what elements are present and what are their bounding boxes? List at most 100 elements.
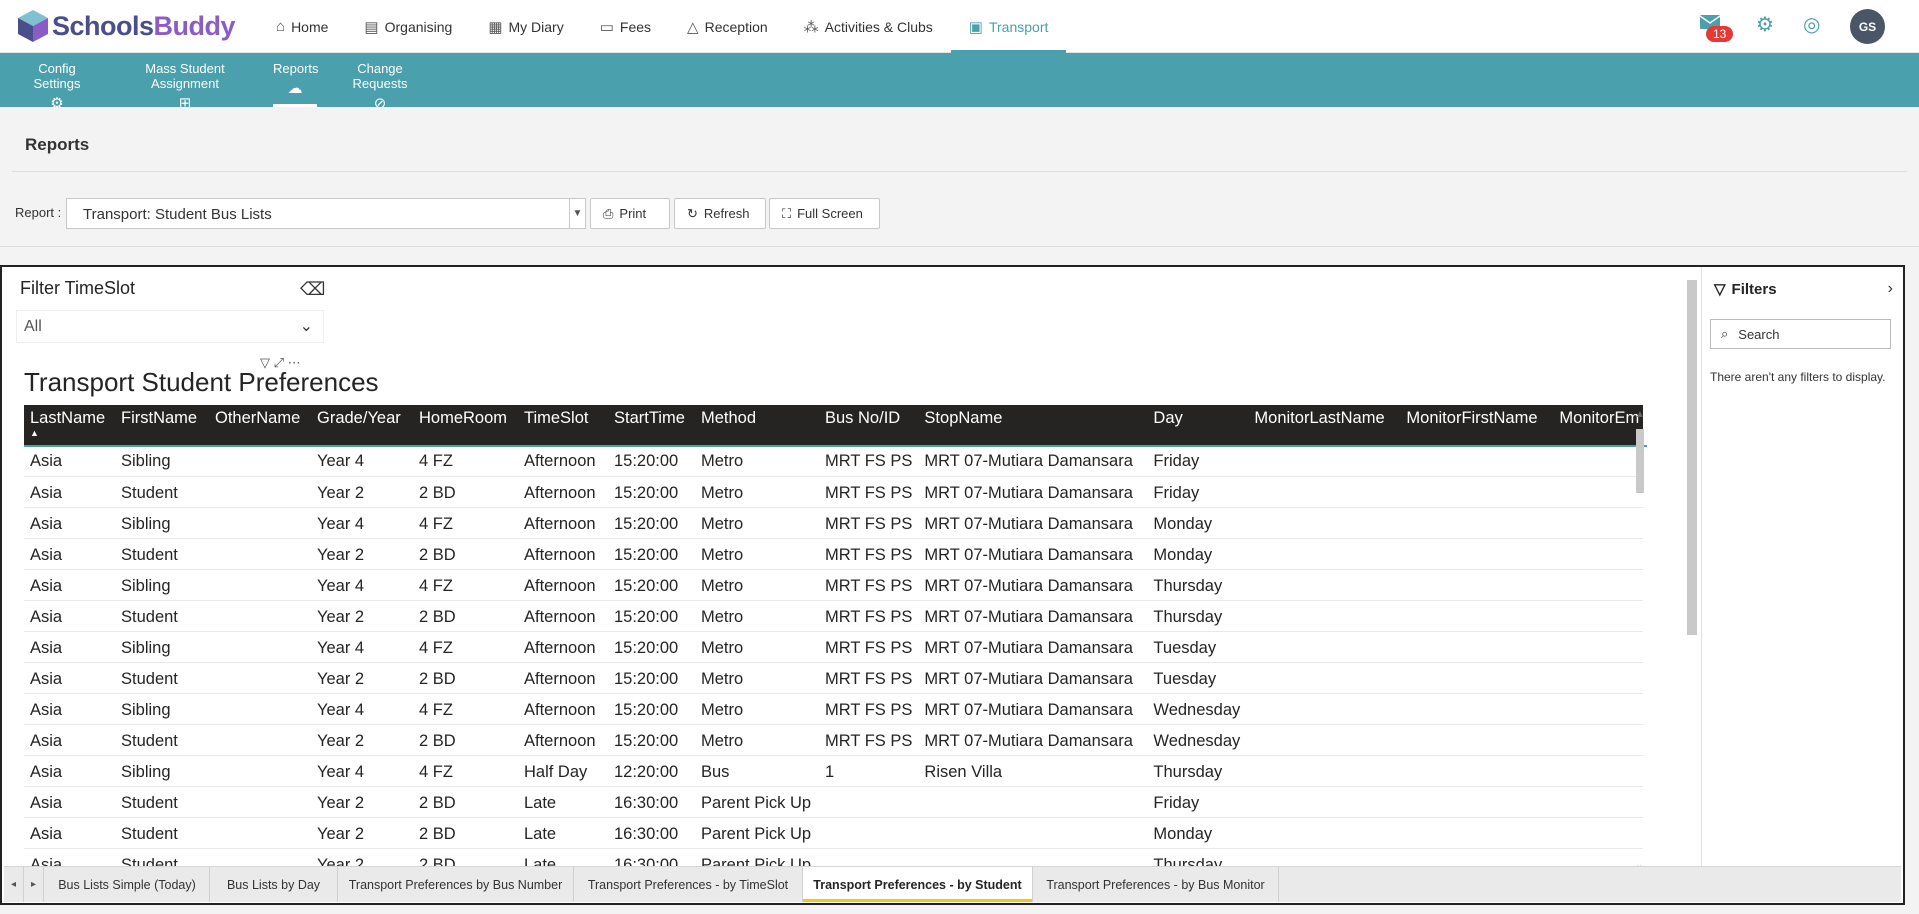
column-header[interactable]: HomeRoom [413,405,518,445]
table-cell: MRT 07-Mutiara Damansara [924,700,1133,719]
collapse-chevron-icon[interactable]: › [1888,280,1893,298]
table-cell: Asia [30,638,63,657]
tab-bus-lists-simple[interactable]: Bus Lists Simple (Today) [45,867,210,902]
table-cell [1553,538,1643,569]
column-header[interactable]: LastName ▲ [24,405,115,445]
subnav-change-requests[interactable]: Change Requests ⊘ [332,61,428,112]
table-row[interactable]: Asia Student Year 2 2 BD Late 16:30:00 Parent … [24,848,1643,868]
user-avatar[interactable]: GS [1850,9,1885,44]
table-row[interactable]: Asia Student Year 2 2 BD Late 16:30:00 Parent … [24,817,1644,848]
table-cell: Afternoon [524,638,596,657]
tab-prev-icon[interactable]: ◂ [4,867,24,902]
table-row[interactable]: Asia Sibling Year 4 4 FZ Afternoon 15:20:00 Me… [24,569,1644,600]
table-cell [819,848,918,867]
table-scrollbar[interactable]: ▲ ⌄ [1634,409,1646,871]
nav-transport[interactable]: ▣ Transport [950,0,1067,53]
table-row[interactable]: Asia Student Year 2 2 BD Afternoon 15:20:00 Me… [24,600,1644,631]
table-cell: Sibling [121,762,171,781]
subnav-mass-student-assignment[interactable]: Mass Student Assignment ⊞ [113,61,257,112]
table-cell [1248,538,1400,569]
funnel-icon: ▽ [1714,281,1726,298]
column-header[interactable]: StopName [918,405,1147,445]
column-header[interactable]: MonitorFirstName [1400,405,1553,445]
column-header-label: OtherName [215,409,301,427]
table-row[interactable]: Asia Student Year 2 2 BD Afternoon 15:20:00 Me… [24,724,1644,755]
column-header[interactable]: Method [695,405,819,445]
tab-preferences-by-bus-number[interactable]: Transport Preferences by Bus Number [338,867,574,902]
tab-preferences-by-student[interactable]: Transport Preferences - by Student [803,867,1033,902]
column-header[interactable]: Grade/Year [311,405,413,445]
table-cell: Sibling [121,576,171,595]
tab-preferences-by-timeslot[interactable]: Transport Preferences - by TimeSlot [574,867,803,902]
table-row[interactable]: Asia Student Year 2 2 BD Afternoon 15:20:00 Me… [24,476,1644,507]
table-cell: 2 BD [419,824,456,843]
timeslot-dropdown[interactable]: All ⌄ [16,310,324,343]
table-row[interactable]: Asia Student Year 2 2 BD Afternoon 15:20:00 Me… [24,538,1644,569]
column-header[interactable]: OtherName [209,405,311,445]
report-select[interactable]: Transport: Student Bus Lists ▼ [66,198,586,229]
column-header[interactable]: Bus No/ID [819,405,918,445]
table-row[interactable]: Asia Sibling Year 4 4 FZ Afternoon 15:20:00 Me… [24,507,1644,538]
settings-gear-icon[interactable]: ⚙ [1756,12,1774,37]
nav-reception[interactable]: △ Reception [669,0,786,53]
tab-preferences-by-bus-monitor[interactable]: Transport Preferences - by Bus Monitor [1033,867,1279,902]
more-options-icon[interactable]: ⋯ [288,355,301,370]
tab-bus-lists-by-day[interactable]: Bus Lists by Day [210,867,338,902]
column-header[interactable]: MonitorEm [1553,405,1643,445]
schoolsbuddy-logo[interactable]: SchoolsBuddy [16,6,236,46]
column-header[interactable]: MonitorLastName [1248,405,1400,445]
filters-search-input[interactable]: ⌕ Search [1710,319,1891,349]
table-row[interactable]: Asia Sibling Year 4 4 FZ Afternoon 15:20:00 Me… [24,445,1644,476]
tab-next-icon[interactable]: ▸ [24,867,44,902]
column-header[interactable]: Day [1147,405,1248,445]
table-cell [1400,445,1553,476]
table-cell: MRT 07-Mutiara Damansara [924,545,1133,564]
table-row[interactable]: Asia Sibling Year 4 4 FZ Half Day 12:20:00 Bus… [24,755,1644,786]
print-button-label: Print [619,206,647,221]
report-table: LastName ▲ FirstName OtherName Grade/Year Hom… [24,405,1647,867]
table-row[interactable]: Asia Sibling Year 4 4 FZ Afternoon 15:20:00 Me… [24,631,1644,662]
table-cell: Wednesday [1153,731,1241,750]
help-lifebuoy-icon[interactable]: ◎ [1803,12,1820,37]
page-scroll-thumb[interactable] [1687,280,1697,635]
eraser-clear-icon[interactable]: ⌫ [300,279,325,300]
page-scrollbar[interactable] [1685,275,1699,875]
full-screen-button[interactable]: ⛶ Full Screen [769,198,880,229]
table-cell [1248,848,1400,867]
column-header[interactable]: FirstName [115,405,209,445]
subnav-reports[interactable]: Reports ☁ [273,61,319,107]
table-cell [1248,445,1400,476]
table-cell: MRT FS PS [825,638,913,657]
nav-organising[interactable]: ▤ Organising [346,0,470,53]
table-cell [1400,507,1553,538]
report-label: Report : [15,205,62,220]
nav-fees[interactable]: ▭ Fees [582,0,669,53]
column-header[interactable]: StartTime [608,405,695,445]
subnav-config-settings[interactable]: Config Settings ⚙ [15,61,99,112]
scroll-up-icon[interactable]: ▲ [1635,409,1645,420]
column-header-label: StartTime [614,409,685,427]
table-cell: Metro [701,700,744,719]
table-cell: 12:20:00 [614,762,679,781]
table-cell [209,445,311,476]
nav-activities-clubs[interactable]: ⁂ Activities & Clubs [786,0,951,53]
table-row[interactable]: Asia Sibling Year 4 4 FZ Afternoon 15:20:00 Me… [24,693,1644,724]
table-row[interactable]: Asia Student Year 2 2 BD Afternoon 15:20:00 Me… [24,662,1644,693]
table-cell: 2 BD [419,731,456,750]
nav-my-diary[interactable]: ▦ My Diary [470,0,581,53]
print-button[interactable]: ⎙ Print [590,198,670,229]
table-cell [209,693,311,724]
table-scroll-thumb[interactable] [1636,429,1644,493]
table-cell: Sibling [121,514,171,533]
nav-home[interactable]: ⌂ Home [258,0,346,53]
refresh-button[interactable]: ↻ Refresh [674,198,766,229]
column-header[interactable]: TimeSlot [518,405,608,445]
filter-icon[interactable]: ▽ [260,355,270,370]
table-row[interactable]: Asia Student Year 2 2 BD Late 16:30:00 Parent … [24,786,1644,817]
nav-my-diary-label: My Diary [508,18,564,35]
table-cell: Asia [30,700,63,719]
table-cell [1400,476,1553,507]
table-cell [209,600,311,631]
focus-mode-icon[interactable]: ⤢ [274,355,284,370]
chevron-down-icon[interactable]: ▼ [569,199,585,228]
